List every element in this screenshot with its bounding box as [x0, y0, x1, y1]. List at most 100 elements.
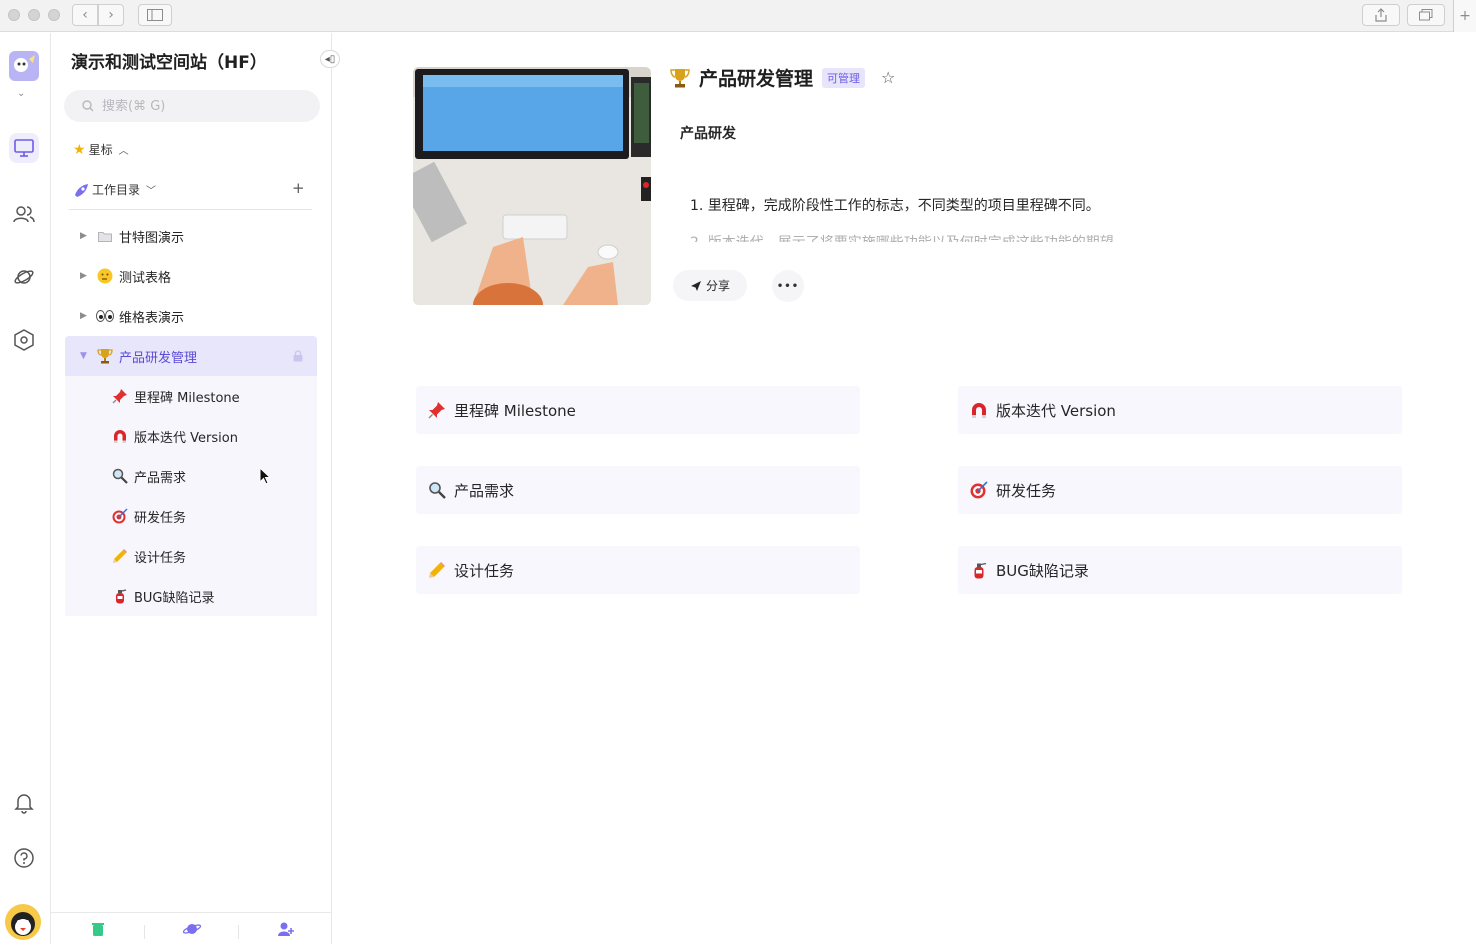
sidebar-toggle-button[interactable] [138, 4, 172, 26]
window-minimize-button[interactable] [28, 9, 40, 21]
planet-icon [182, 924, 201, 934]
thinking-face-emoji [96, 267, 114, 285]
catalog-section[interactable]: 工作目录 ﹀ [73, 181, 156, 198]
main-content: 产品研发管理 可管理 ☆ 产品研发 1. 里程碑，完成阶段性工作的标志，不同类型… [333, 33, 1476, 944]
tree-item-label: 甘特图演示 [119, 230, 185, 246]
star-icon: ★ [73, 141, 86, 158]
card-label: 里程碑 Milestone [454, 401, 576, 420]
child-item-label: 版本迭代 Version [134, 430, 238, 446]
window-zoom-button[interactable] [48, 9, 60, 21]
cover-image [413, 67, 651, 305]
nav-forward-button[interactable]: › [98, 4, 124, 26]
user-avatar[interactable] [4, 903, 42, 941]
child-item-label: 里程碑 Milestone [134, 390, 240, 406]
caret-down-icon: ▼ [80, 351, 87, 361]
card-requirements[interactable]: 产品需求 [416, 466, 860, 514]
template-center-button[interactable] [145, 913, 238, 945]
target-emoji [111, 507, 129, 525]
extinguisher-emoji [111, 587, 129, 605]
window-close-button[interactable] [8, 9, 20, 21]
card-label: 设计任务 [454, 561, 515, 580]
share-button[interactable]: 分享 [673, 270, 747, 301]
magnet-emoji [111, 427, 129, 445]
share-icon [1375, 8, 1387, 22]
forward-icon: › [108, 7, 114, 23]
catalog-sidebar: 演示和测试空间站（HF） ◂▯ ★ 星标 ︿ 工作目录 ﹀ + ▶ 甘特图演示 … [51, 33, 340, 945]
card-bug-records[interactable]: BUG缺陷记录 [958, 546, 1402, 594]
magnet-emoji [970, 401, 988, 419]
child-item-bug-records[interactable]: BUG缺陷记录 [111, 576, 215, 616]
nav-back-button[interactable]: ‹ [72, 4, 98, 26]
trophy-emoji [96, 347, 114, 365]
description-line: 2. 版本迭代，展示了将要实施哪些功能以及何时完成这些功能的期望 [690, 232, 1114, 242]
trash-button[interactable] [51, 913, 144, 945]
tree-item-gantt[interactable]: ▶ 甘特图演示 [65, 216, 317, 256]
notifications-nav[interactable] [9, 788, 39, 818]
desk-photo-image [413, 67, 651, 305]
mouse-cursor-icon [259, 467, 272, 485]
tree-item-product-rd[interactable]: ▼ 产品研发管理 [65, 336, 317, 376]
help-icon [14, 848, 34, 868]
add-node-button[interactable]: + [292, 179, 305, 197]
target-emoji [970, 481, 988, 499]
chevron-down-icon: ﹀ [146, 186, 157, 197]
starred-section[interactable]: ★ 星标 ︿ [73, 141, 129, 158]
search-input[interactable] [102, 98, 302, 114]
folder-icon [96, 227, 114, 245]
card-dev-tasks[interactable]: 研发任务 [958, 466, 1402, 514]
search-icon [82, 100, 94, 112]
permission-badge: 可管理 [822, 67, 866, 88]
space-avatar[interactable] [9, 51, 39, 81]
child-item-version[interactable]: 版本迭代 Version [111, 416, 238, 456]
card-design-tasks[interactable]: 设计任务 [416, 546, 860, 594]
more-button[interactable]: ••• [772, 270, 804, 302]
tabs-overview-button[interactable] [1407, 4, 1445, 26]
chevron-down-icon[interactable]: ⌄ [17, 88, 25, 99]
node-title: 产品研发管理 [699, 68, 814, 90]
extinguisher-emoji [970, 561, 988, 579]
users-icon [13, 206, 35, 223]
send-icon [690, 280, 701, 291]
more-icon: ••• [776, 280, 800, 292]
pencil-emoji [428, 561, 446, 579]
tree-item-label: 维格表演示 [119, 310, 185, 326]
pushpin-emoji [111, 387, 129, 405]
search-box[interactable] [64, 90, 320, 122]
add-user-icon [277, 922, 294, 936]
magnifier-emoji [111, 467, 129, 485]
description-line: 1. 里程碑，完成阶段性工作的标志，不同类型的项目里程碑不同。 [690, 198, 1100, 214]
pencil-emoji [111, 547, 129, 565]
card-milestone[interactable]: 里程碑 Milestone [416, 386, 860, 434]
child-item-label: 产品需求 [134, 470, 187, 486]
help-nav[interactable] [9, 843, 39, 873]
planet-icon [14, 270, 34, 284]
caret-right-icon: ▶ [80, 271, 87, 281]
invite-member-button[interactable] [239, 913, 332, 945]
trash-icon [91, 923, 104, 936]
share-label: 分享 [705, 279, 730, 293]
members-nav[interactable] [9, 199, 39, 229]
hexagon-settings-icon [14, 329, 34, 351]
settings-nav[interactable] [9, 325, 39, 355]
new-tab-button[interactable]: + [1453, 0, 1476, 32]
explore-nav[interactable] [9, 262, 39, 292]
chevron-up-icon: ︿ [118, 146, 129, 157]
caret-right-icon: ▶ [80, 311, 87, 321]
child-item-milestone[interactable]: 里程碑 Milestone [111, 376, 240, 416]
workbench-nav[interactable] [9, 133, 39, 163]
child-item-dev-tasks[interactable]: 研发任务 [111, 496, 186, 536]
tabs-icon [1419, 9, 1433, 21]
tree-item-test-table[interactable]: ▶ 测试表格 [65, 256, 317, 296]
card-version[interactable]: 版本迭代 Version [958, 386, 1402, 434]
caret-right-icon: ▶ [80, 231, 87, 241]
pushpin-emoji [428, 401, 446, 419]
star-outline-icon[interactable]: ☆ [881, 68, 895, 87]
child-item-design-tasks[interactable]: 设计任务 [111, 536, 186, 576]
child-item-requirements[interactable]: 产品需求 [111, 456, 186, 496]
rocket-icon [75, 183, 88, 197]
share-browser-button[interactable] [1362, 4, 1400, 26]
catalog-label: 工作目录 [92, 183, 141, 197]
trophy-emoji [669, 67, 691, 89]
browser-toolbar: ‹ › + [0, 0, 1476, 32]
tree-item-vika-demo[interactable]: ▶ 维格表演示 [65, 296, 317, 336]
